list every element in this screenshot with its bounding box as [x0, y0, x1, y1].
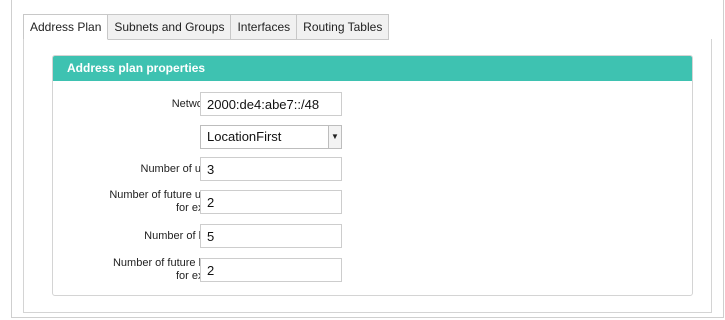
panel-title: Address plan properties: [53, 56, 692, 81]
chevron-down-icon[interactable]: ▼: [328, 126, 341, 148]
use-types-input[interactable]: [200, 157, 342, 181]
future-locations-input[interactable]: [200, 258, 342, 282]
future-use-types-input[interactable]: [200, 190, 342, 214]
tab-bar: Address Plan Subnets and Groups Interfac…: [23, 14, 390, 40]
tab-subnets-and-groups[interactable]: Subnets and Groups: [108, 14, 232, 40]
locations-input[interactable]: [200, 224, 342, 248]
tab-interfaces[interactable]: Interfaces: [231, 14, 298, 40]
network-prefix-input[interactable]: [200, 92, 342, 116]
strategy-select[interactable]: LocationFirst ▼: [200, 125, 342, 149]
address-plan-panel: Address plan properties Network prefix s…: [52, 55, 693, 296]
tab-routing-tables[interactable]: Routing Tables: [297, 14, 390, 40]
tab-address-plan[interactable]: Address Plan: [23, 14, 109, 40]
strategy-selected-value: LocationFirst: [207, 129, 282, 144]
